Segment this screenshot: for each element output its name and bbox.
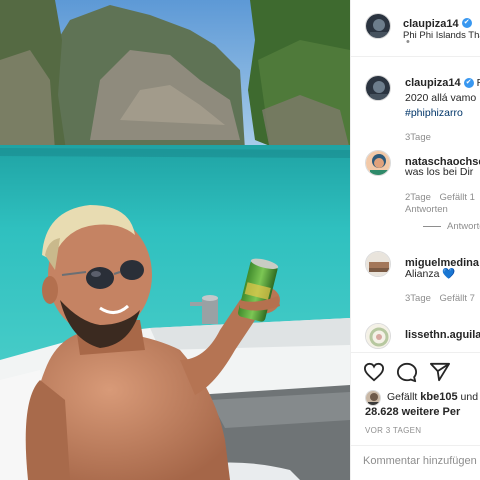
- liker-username[interactable]: kbe105: [420, 391, 457, 403]
- paper-plane-icon[interactable]: [429, 362, 451, 387]
- comment-meta: 3Tage Gefällt 7: [405, 293, 475, 304]
- comment-avatar[interactable]: [365, 323, 391, 349]
- caption-truncated-text: R: [477, 77, 480, 89]
- comment-avatar[interactable]: [365, 150, 391, 176]
- post-header: claupiza14 ✔ • Phi Phi Islands Tha: [351, 0, 480, 57]
- author-username[interactable]: claupiza14: [403, 18, 459, 30]
- replies-divider: [423, 225, 441, 227]
- speech-bubble-icon[interactable]: [396, 362, 418, 388]
- comment-text: was los bei Dir: [405, 166, 474, 178]
- post-timestamp[interactable]: VOR 3 TAGEN: [365, 426, 421, 435]
- verified-badge-icon: ✔: [463, 78, 474, 89]
- heart-outline-icon[interactable]: [363, 362, 385, 387]
- caption-hashtag[interactable]: #phiphizarro: [405, 107, 463, 119]
- comment-reply-button[interactable]: Antworten: [405, 204, 448, 215]
- comment-likes[interactable]: Gefällt 7: [440, 293, 475, 304]
- likes-line-1: Gefällt kbe105 und: [387, 391, 479, 403]
- view-replies-button[interactable]: Antworte: [423, 221, 480, 232]
- comment-text: Alianza 💙: [405, 268, 456, 280]
- comment-input[interactable]: [363, 455, 480, 467]
- blue-heart-emoji-icon: 💙: [442, 268, 456, 280]
- comment-time[interactable]: 2Tage: [405, 192, 431, 203]
- post-photo: [0, 0, 350, 480]
- caption-avatar[interactable]: [365, 75, 391, 101]
- comment-avatar[interactable]: [365, 251, 391, 277]
- post-sidebar: claupiza14 ✔ • Phi Phi Islands Tha claupi…: [350, 0, 480, 480]
- author-avatar[interactable]: [365, 13, 391, 39]
- comment-likes[interactable]: Gefällt 1: [440, 192, 475, 203]
- liker-avatar[interactable]: [365, 390, 381, 406]
- post-location[interactable]: Phi Phi Islands Tha: [403, 30, 480, 41]
- caption-first-line: claupiza14✔ R: [405, 77, 480, 89]
- comment-meta: 2Tage Gefällt 1: [405, 192, 475, 203]
- add-comment-bar: [351, 445, 480, 480]
- verified-badge-icon: ✔: [461, 17, 472, 28]
- caption-username[interactable]: claupiza14: [405, 77, 461, 89]
- likes-line-2[interactable]: 28.628 weitere Per: [365, 406, 460, 418]
- caption-time[interactable]: 3Tage: [405, 132, 431, 143]
- comment-username: lissethn.aguilar: [405, 329, 480, 341]
- comment-time[interactable]: 3Tage: [405, 293, 431, 304]
- caption-text: 2020 allá vamo: [405, 92, 477, 104]
